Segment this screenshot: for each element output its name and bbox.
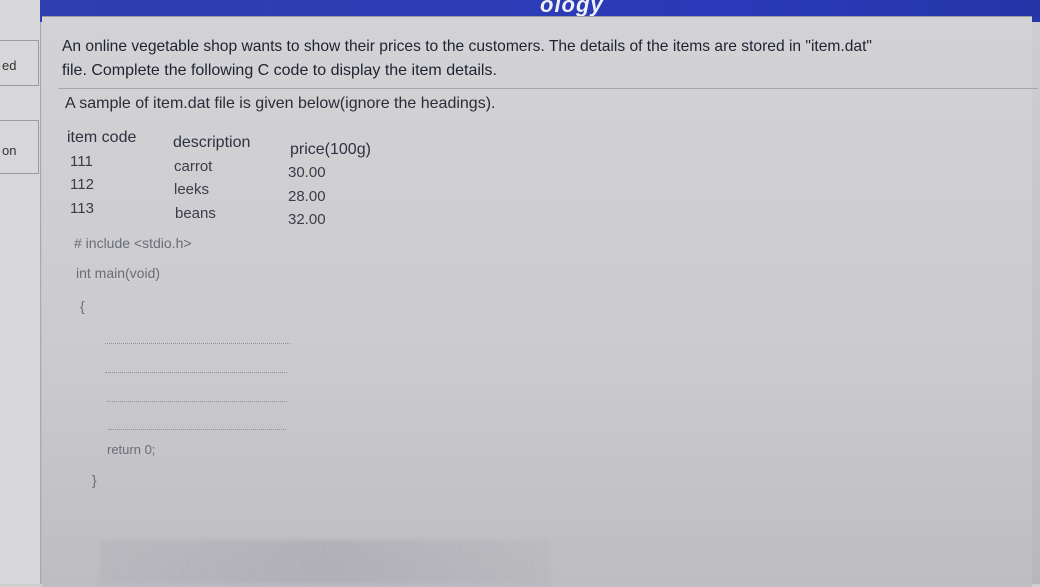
table-header-item-code: item code (67, 129, 137, 146)
table-cell-price-1: 30.00 (288, 164, 326, 181)
code-main: int main(void) (76, 265, 161, 281)
question-line-1: An online vegetable shop wants to show t… (62, 38, 872, 55)
table-header-description: description (173, 134, 251, 151)
table-header-price: price(100g) (290, 141, 371, 158)
panel-divider (58, 88, 1038, 89)
code-include: # include <stdio.h> (74, 235, 192, 251)
sidebar-label-2: on (2, 143, 17, 158)
table-cell-price-2: 28.00 (288, 188, 326, 205)
table-cell-price-3: 32.00 (288, 211, 326, 228)
code-open-brace: { (80, 298, 85, 314)
table-cell-code-1: 111 (70, 153, 93, 170)
answer-blank-3[interactable] (107, 401, 287, 402)
left-sidebar: ed on (0, 0, 41, 584)
code-return: return 0; (107, 442, 156, 457)
question-line-2: file. Complete the following C code to d… (62, 62, 497, 79)
table-cell-desc-3: beans (175, 205, 216, 222)
table-cell-desc-2: leeks (174, 181, 210, 198)
sidebar-label-1: ed (2, 58, 17, 73)
code-close-brace: } (92, 472, 97, 488)
answer-blank-2[interactable] (105, 372, 287, 373)
blurred-taskbar (100, 540, 550, 584)
answer-blank-4[interactable] (108, 429, 286, 430)
sample-note: A sample of item.dat file is given below… (65, 95, 496, 112)
table-cell-desc-1: carrot (174, 158, 213, 175)
table-cell-code-3: 113 (70, 200, 94, 217)
table-cell-code-2: 112 (70, 176, 94, 193)
answer-blank-1[interactable] (105, 343, 290, 344)
